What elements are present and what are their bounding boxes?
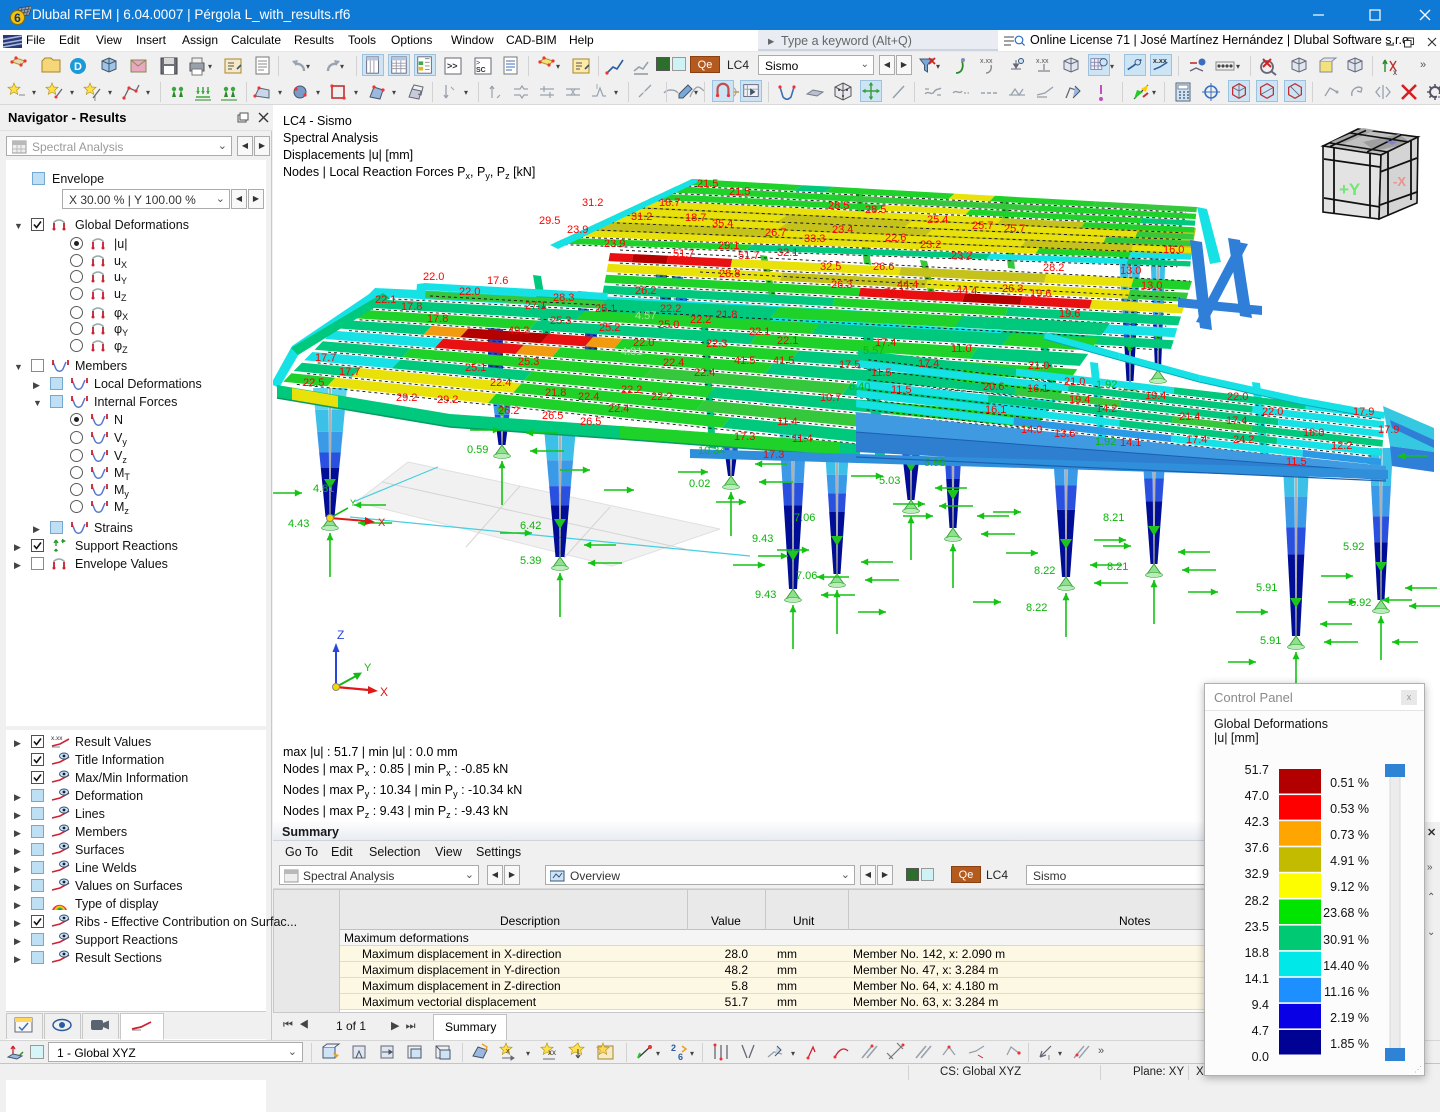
svg-text:+Y: +Y (1339, 180, 1361, 199)
svg-text:I: I (94, 96, 96, 103)
svg-text:>>: >> (447, 61, 458, 71)
svg-text:SC: SC (476, 67, 486, 74)
svg-text:X: X (380, 685, 388, 699)
svg-text:x: x (506, 1048, 510, 1055)
svg-text:Y: Y (350, 498, 356, 508)
svg-text:x.xx: x.xx (980, 58, 993, 65)
svg-text:x.xx: x.xx (51, 735, 63, 742)
svg-text:Z: Z (337, 628, 344, 642)
svg-text:6: 6 (14, 11, 21, 25)
svg-text:Y: Y (364, 662, 372, 674)
svg-text:x.xx: x.xx (1036, 58, 1049, 65)
svg-text:I: I (596, 84, 598, 91)
svg-text:xx: xx (548, 1048, 556, 1057)
svg-text:D: D (74, 61, 82, 73)
svg-text:I: I (1048, 1055, 1050, 1062)
svg-text:x: x (1393, 68, 1397, 77)
svg-text:-X: -X (1393, 174, 1406, 189)
svg-text:X: X (378, 517, 386, 529)
svg-text:6: 6 (678, 1052, 683, 1062)
svg-text:>: > (476, 60, 480, 67)
svg-text:2: 2 (671, 1043, 676, 1053)
